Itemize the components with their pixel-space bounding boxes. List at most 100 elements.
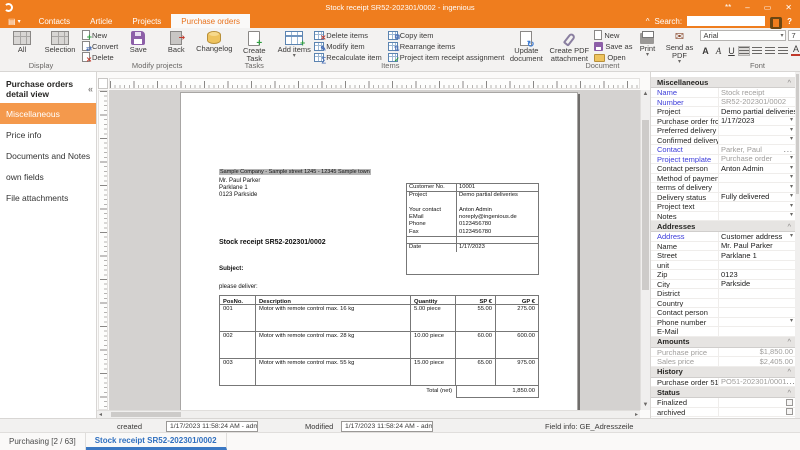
field-value[interactable]: ▾ ... [719, 183, 795, 192]
sidebar-item[interactable]: Miscellaneous [0, 103, 96, 124]
create-pdf-attachment-button[interactable]: Create PDF attachment [546, 30, 592, 63]
field-value[interactable]: ▾ ... [719, 408, 795, 417]
send-as-pdf-button[interactable]: ✉ Send as PDF ▾ [662, 30, 696, 65]
app-menu-button[interactable]: ▤ ▾ [0, 14, 29, 28]
field-value[interactable]: ▾ ... [719, 289, 795, 298]
update-document-button[interactable]: Update document [508, 30, 544, 63]
field-value[interactable]: 0123 ▾ ... [719, 270, 795, 279]
document-page[interactable]: Sample Company - Sample street 1245 - 12… [180, 92, 578, 410]
field-value[interactable]: Purchase order ▾ ... [719, 155, 795, 164]
sidebar-item[interactable]: Price info [0, 124, 96, 145]
binoculars-search-icon[interactable] [770, 17, 783, 29]
field-value[interactable]: Parkside ▾ ... [719, 280, 795, 289]
section-header[interactable]: Amounts [651, 336, 795, 348]
field-value[interactable]: $2,405.00 ▾ ... [719, 357, 795, 366]
save-button[interactable]: Save [120, 30, 156, 54]
field-value[interactable]: Parklane 1 ▾ ... [719, 251, 795, 260]
dropdown-arrow-icon[interactable]: ▾ [790, 126, 793, 135]
all-button[interactable]: All [4, 30, 40, 54]
bold-button[interactable]: A [700, 46, 710, 56]
field-value[interactable]: ▾ ... [719, 126, 795, 135]
convert-button[interactable]: Convert [82, 41, 118, 53]
field-row[interactable]: Country ▾ ... [651, 298, 795, 308]
section-header[interactable]: Status [651, 387, 795, 398]
field-row[interactable]: Delivery status Fully delivered ▾ ... [651, 192, 795, 202]
selection-button[interactable]: Selection [42, 30, 78, 54]
field-row[interactable]: Finalized ▾ ... [651, 398, 795, 408]
maximize-button[interactable]: ▭ [764, 3, 772, 12]
rearrange-items-button[interactable]: Rearrange items [387, 41, 505, 53]
field-row[interactable]: Confirmed delivery d... ▾ ... [651, 135, 795, 145]
field-value[interactable]: Mr. Paul Parker ▾ ... [719, 242, 795, 251]
vertical-scrollbar[interactable]: ▲ ▼ [640, 90, 650, 410]
sidebar-item[interactable]: Documents and Notes [0, 145, 96, 166]
ellipsis-button[interactable]: ... [786, 378, 795, 387]
field-row[interactable]: Preferred delivery date ▾ ... [651, 126, 795, 136]
field-value[interactable]: ▾ ... [719, 398, 795, 407]
dropdown-arrow-icon[interactable]: ▾ [790, 318, 793, 327]
field-row[interactable]: District ▾ ... [651, 289, 795, 299]
section-header[interactable]: Miscellaneous [651, 77, 795, 88]
scrollbar-thumb[interactable] [111, 412, 181, 417]
field-value[interactable]: PO51-202301/0001 ▾ ... [719, 378, 795, 387]
scroll-down-icon[interactable]: ▼ [641, 401, 650, 410]
field-value[interactable]: ▾ ... [719, 318, 795, 327]
field-row[interactable]: Name Stock receipt ▾ ... [651, 88, 795, 98]
field-value[interactable]: SR52-202301/0002 ▾ ... [719, 98, 795, 107]
collapse-ribbon-button[interactable]: ^ [646, 17, 650, 26]
field-value[interactable]: Stock receipt ▾ ... [719, 88, 795, 97]
field-row[interactable]: terms of delivery ▾ ... [651, 183, 795, 193]
dropdown-arrow-icon[interactable]: ▾ [790, 155, 793, 164]
field-row[interactable]: Project Demo partial deliveries ▾ ... [651, 107, 795, 117]
field-value[interactable]: ▾ ... [719, 174, 795, 183]
field-row[interactable]: Number SR52-202301/0002 ▾ ... [651, 97, 795, 107]
field-value[interactable]: ▾ ... [719, 212, 795, 221]
checkbox[interactable] [786, 398, 793, 406]
field-value[interactable]: ▾ ... [719, 261, 795, 270]
section-header[interactable]: History [651, 366, 795, 378]
field-value[interactable]: Customer address ▾ ... [719, 232, 795, 241]
modify-item-button[interactable]: Modify item [314, 41, 381, 53]
field-row[interactable]: Zip 0123 ▾ ... [651, 270, 795, 280]
field-row[interactable]: Purchase order from 1/17/2023 ▾ ... [651, 116, 795, 126]
create-task-button[interactable]: Create Task [236, 30, 272, 63]
field-value[interactable]: ▾ ... [719, 136, 795, 145]
sender-line[interactable]: Sample Company - Sample street 1245 - 12… [219, 169, 371, 175]
field-value[interactable]: $1,850.00 ▾ ... [719, 348, 795, 357]
field-row[interactable]: Purchase price $1,850.00 ▾ ... [651, 347, 795, 357]
ribbon-tab[interactable]: Article [80, 14, 122, 28]
sidebar-item[interactable]: own fields [0, 166, 96, 187]
back-button[interactable]: Back [158, 30, 194, 54]
field-row[interactable]: Name Mr. Paul Parker ▾ ... [651, 241, 795, 251]
ellipsis-button[interactable]: ... [784, 145, 793, 154]
scrollbar-thumb[interactable] [796, 74, 799, 194]
field-value[interactable]: Demo partial deliveries ▾ ... [719, 107, 795, 116]
field-value[interactable]: ▾ ... [719, 299, 795, 308]
align-justify-button[interactable] [778, 46, 789, 55]
field-value[interactable]: ▾ ... [719, 327, 795, 336]
field-row[interactable]: Method of payment ▾ ... [651, 173, 795, 183]
dropdown-arrow-icon[interactable]: ▾ [790, 183, 793, 192]
font-size-select[interactable]: 7▾ [788, 30, 800, 41]
field-value[interactable]: ▾ ... [719, 202, 795, 211]
save-as-button[interactable]: Save as [594, 41, 632, 51]
field-row[interactable]: Street Parklane 1 ▾ ... [651, 251, 795, 261]
align-left-button[interactable] [738, 45, 751, 56]
delete-items-button[interactable]: Delete items [314, 30, 381, 42]
field-row[interactable]: City Parkside ▾ ... [651, 279, 795, 289]
field-row[interactable]: Contact person Anton Admin ▾ ... [651, 164, 795, 174]
field-row[interactable]: Contact person ▾ ... [651, 308, 795, 318]
field-value[interactable]: Anton Admin ▾ ... [719, 164, 795, 173]
ribbon-tab[interactable]: Purchase orders [171, 14, 250, 28]
font-color-button[interactable]: A [791, 45, 800, 56]
scrollbar-thumb[interactable] [642, 120, 649, 290]
dropdown-arrow-icon[interactable]: ▾ [790, 193, 793, 202]
section-header[interactable]: Addresses [651, 221, 795, 232]
field-row[interactable]: unit ▾ ... [651, 260, 795, 270]
align-center-button[interactable] [752, 46, 763, 55]
font-family-select[interactable]: Arial ▾ [700, 30, 787, 41]
document-tab[interactable]: Stock receipt SR52-202301/0002 [85, 433, 227, 450]
horizontal-scrollbar[interactable]: ◂ ▸ [97, 410, 640, 418]
field-value[interactable]: 1/17/2023 ▾ ... [719, 117, 795, 126]
field-row[interactable]: Contact Parker, Paul ▾ ... [651, 145, 795, 155]
